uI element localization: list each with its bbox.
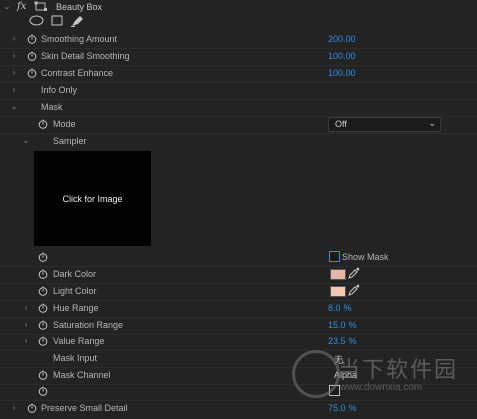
mask-input-label: Mask Input [53,353,98,363]
skin-detail-row: › Skin Detail Smoothing 100.00 [0,48,477,66]
stopwatch-icon[interactable] [38,303,48,313]
dark-color-row: Dark Color [0,266,477,284]
expand-chevron-icon[interactable]: › [10,69,18,77]
ellipse-mask-icon[interactable] [29,15,44,28]
watermark-text: 当下软件园 [338,358,459,383]
mode-dropdown[interactable]: Off ⌄ [328,117,441,132]
stopwatch-icon[interactable] [38,252,48,262]
preserve-detail-label: Preserve Small Detail [41,403,128,413]
fx-toggle[interactable]: fx [17,1,26,12]
watermark: 当下软件园 www.downxia.com [290,350,470,400]
preserve-detail-value[interactable]: 75.0% [328,403,357,413]
mask-channel-label: Mask Channel [53,370,111,380]
preserve-detail-row: › Preserve Small Detail 75.0% [0,400,477,417]
stopwatch-icon[interactable] [38,286,48,296]
skin-detail-value[interactable]: 100.00 [328,51,356,61]
stopwatch-icon[interactable] [38,119,48,129]
hue-range-value[interactable]: 8.0% [328,303,352,313]
mode-label: Mode [53,119,76,129]
stopwatch-icon[interactable] [38,269,48,279]
light-color-row: Light Color [0,283,477,301]
contrast-enhance-value[interactable]: 100.00 [328,68,356,78]
collapse-chevron-icon[interactable]: ⌄ [10,103,18,111]
watermark-logo-icon [292,350,340,398]
stopwatch-icon[interactable] [27,403,37,413]
stopwatch-icon[interactable] [27,34,37,44]
dark-color-swatch[interactable] [330,269,346,280]
expand-chevron-icon[interactable]: › [10,404,18,412]
show-mask-checkbox[interactable] [329,251,340,262]
watermark-url: www.downxia.com [340,382,423,393]
show-mask-row: Show Mask [0,249,477,267]
stopwatch-icon[interactable] [38,336,48,346]
pen-mask-icon[interactable] [70,15,84,29]
mask-group-row: ⌄ Mask [0,99,477,117]
eyedropper-icon[interactable] [348,284,360,298]
info-only-label: Info Only [41,85,78,95]
stopwatch-icon[interactable] [38,386,48,396]
info-only-row: › Info Only [0,82,477,100]
hue-range-label: Hue Range [53,303,99,313]
chevron-down-icon: ⌄ [428,118,436,128]
effect-settings-icon[interactable] [34,1,48,14]
stopwatch-icon[interactable] [27,68,37,78]
value-range-row: › Value Range 23.5% [0,333,477,351]
sampler-label: Sampler [53,136,87,146]
skin-detail-label: Skin Detail Smoothing [41,51,130,61]
effect-header: ⌄ fx Beauty Box [0,0,477,14]
sampler-preview[interactable]: Click for Image [34,151,151,246]
expand-chevron-icon[interactable]: › [22,337,30,345]
rectangle-mask-icon[interactable] [51,15,63,28]
hue-range-row: › Hue Range 8.0% [0,300,477,318]
smoothing-amount-label: Smoothing Amount [41,34,118,44]
saturation-range-value[interactable]: 15.0% [328,320,357,330]
expand-chevron-icon[interactable]: › [22,304,30,312]
collapse-chevron-icon[interactable]: ⌄ [22,137,30,145]
effect-title: Beauty Box [56,2,103,12]
sampler-row: ⌄ Sampler [0,133,477,150]
preview-placeholder-text: Click for Image [62,194,123,204]
smoothing-amount-value[interactable]: 200.00 [328,34,356,44]
stopwatch-icon[interactable] [38,370,48,380]
stopwatch-icon[interactable] [27,51,37,61]
expand-chevron-icon[interactable]: › [10,86,18,94]
saturation-range-label: Saturation Range [53,320,124,330]
stopwatch-icon[interactable] [38,320,48,330]
contrast-enhance-label: Contrast Enhance [41,68,114,78]
mode-selected-value: Off [335,119,347,129]
expand-chevron-icon[interactable]: › [10,35,18,43]
expand-chevron-icon[interactable]: › [22,321,30,329]
show-mask-label: Show Mask [342,252,389,262]
contrast-enhance-row: › Contrast Enhance 100.00 [0,65,477,83]
value-range-value[interactable]: 23.5% [328,336,357,346]
smoothing-amount-row: › Smoothing Amount 200.00 [0,31,477,49]
light-color-label: Light Color [53,286,97,296]
value-range-label: Value Range [53,336,105,346]
expand-chevron-icon[interactable]: › [10,52,18,60]
light-color-swatch[interactable] [330,286,346,297]
collapse-chevron-icon[interactable]: ⌄ [3,3,11,11]
dark-color-label: Dark Color [53,269,97,279]
mask-group-label: Mask [41,102,63,112]
eyedropper-icon[interactable] [348,267,360,281]
